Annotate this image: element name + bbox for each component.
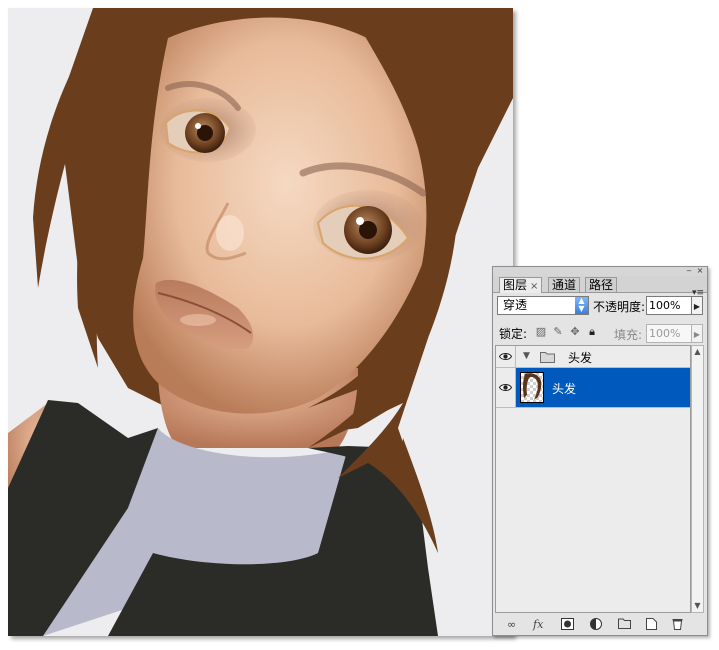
layers-panel: ‒ × 图层 × 通道 路径 ▾≡ 穿透 ▲ ▼ 不透明度: 100% ▶ 锁定: … <box>492 266 708 636</box>
close-panel-button[interactable]: × <box>696 267 704 275</box>
new-group-icon[interactable] <box>617 618 631 632</box>
opacity-label: 不透明度: <box>593 300 646 314</box>
fill-label: 填充: <box>614 328 643 342</box>
tab-layers[interactable]: 图层 × <box>499 277 543 293</box>
lock-transparent-icon[interactable]: ▨ <box>535 325 547 338</box>
eye-icon <box>499 353 512 360</box>
blend-mode-value: 穿透 <box>503 298 528 312</box>
link-icon[interactable]: ∞ <box>507 618 516 632</box>
layer-name: 头发 <box>552 382 577 396</box>
eye-icon <box>499 384 512 391</box>
layer-thumbnail <box>520 372 544 403</box>
tab-paths-label: 路径 <box>589 278 614 292</box>
layer-group-row[interactable]: ▼ 头发 <box>496 346 690 368</box>
fx-icon[interactable]: fx <box>533 618 543 632</box>
lock-image-icon[interactable]: ✎ <box>552 325 564 338</box>
lock-row: 锁定: ▨ ✎ ✥ 🔒︎ 填充: 100% ▶ <box>493 321 707 343</box>
new-layer-icon[interactable] <box>645 618 657 632</box>
fill-value: 100% <box>649 327 681 340</box>
lock-all-icon[interactable]: 🔒︎ <box>586 325 598 338</box>
layer-list: ▼ 头发 头发 <box>495 345 691 613</box>
visibility-toggle[interactable] <box>496 346 516 367</box>
opacity-value: 100% <box>649 299 681 312</box>
group-name: 头发 <box>568 351 593 365</box>
scroll-down-icon[interactable]: ▼ <box>692 600 703 612</box>
layer-list-scrollbar[interactable]: ▲ ▼ <box>691 345 704 613</box>
tab-paths[interactable]: 路径 <box>585 277 618 292</box>
opacity-slider-arrow-icon[interactable]: ▶ <box>691 296 703 315</box>
document-canvas[interactable] <box>8 8 513 636</box>
panel-tabs: 图层 × 通道 路径 ▾≡ <box>493 276 707 298</box>
fill-slider-arrow-icon[interactable]: ▶ <box>691 324 703 343</box>
artwork-illustration <box>8 8 513 636</box>
visibility-toggle[interactable] <box>496 368 516 407</box>
trash-icon[interactable] <box>671 618 683 632</box>
lock-position-icon[interactable]: ✥ <box>569 325 581 338</box>
tab-layers-label: 图层 <box>503 278 528 292</box>
hair-thumbnail-icon <box>523 373 542 400</box>
tab-close-icon[interactable]: × <box>530 281 538 292</box>
panel-titlebar[interactable]: ‒ × <box>493 267 707 276</box>
lock-label: 锁定: <box>499 327 528 341</box>
select-arrows-icon: ▲ ▼ <box>575 297 588 314</box>
panel-bottom-toolbar: ∞ fx <box>493 615 707 635</box>
opacity-input[interactable]: 100% <box>646 296 692 315</box>
tab-channels-label: 通道 <box>552 278 577 292</box>
expand-triangle-icon[interactable]: ▼ <box>523 351 530 361</box>
fill-input[interactable]: 100% <box>646 324 692 343</box>
blend-row: 穿透 ▲ ▼ 不透明度: 100% ▶ <box>493 293 707 319</box>
folder-icon <box>540 352 555 363</box>
adjustment-icon[interactable] <box>589 618 602 632</box>
mask-icon[interactable] <box>561 618 574 632</box>
tab-channels[interactable]: 通道 <box>548 277 581 292</box>
minimize-button[interactable]: ‒ <box>685 267 693 275</box>
blend-mode-select[interactable]: 穿透 ▲ ▼ <box>497 296 589 315</box>
layer-row-selected[interactable]: 头发 <box>496 368 690 408</box>
scroll-up-icon[interactable]: ▲ <box>692 346 703 358</box>
